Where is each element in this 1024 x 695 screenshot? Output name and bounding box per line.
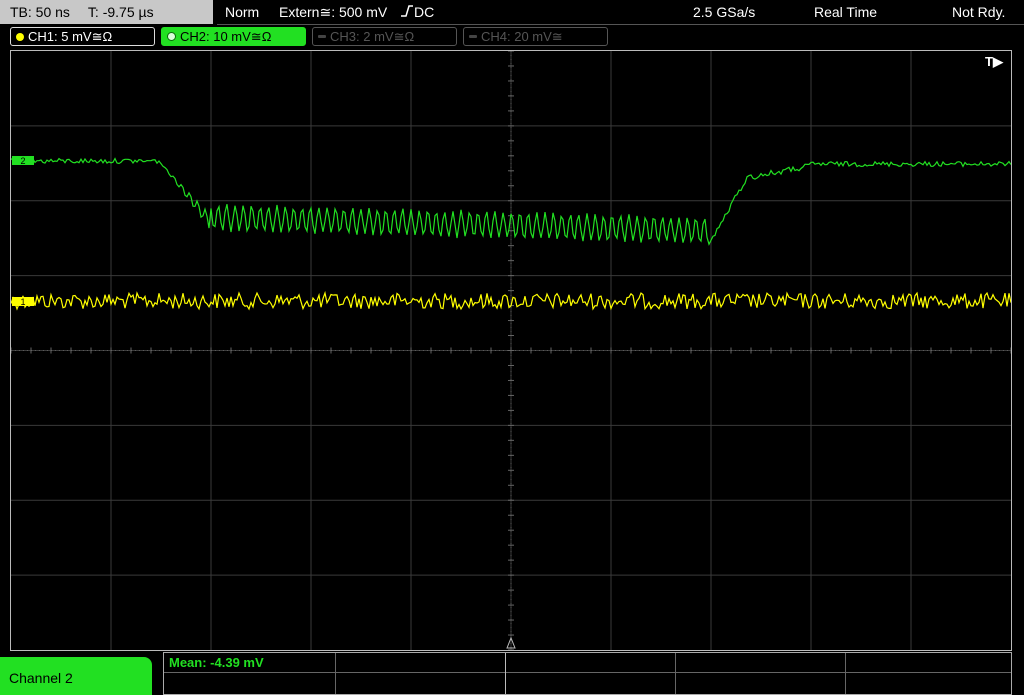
channel-2-indicator-icon — [167, 32, 176, 41]
svg-text:2: 2 — [20, 156, 25, 166]
trigger-coupling: DC — [414, 4, 435, 20]
channel-2-level-marker[interactable]: 2 — [12, 156, 34, 166]
acquisition-state: Not Rdy. — [952, 4, 1006, 20]
trigger-time-readout: T: -9.75 µs — [87, 4, 154, 20]
channel-3-button[interactable]: CH3: 2 mV≅Ω — [312, 27, 457, 46]
channel-4-indicator-icon — [469, 35, 477, 38]
channel-1-button[interactable]: CH1: 5 mV≅Ω — [10, 27, 155, 46]
channel-4-label: CH4: 20 mV≅ — [481, 28, 563, 44]
channel-tab-label: Channel 2 — [9, 670, 73, 686]
channel-1-indicator-icon — [16, 32, 24, 41]
channel-2-tab[interactable]: Channel 2 — [0, 657, 152, 695]
mean-measurement: Mean: -4.39 mV — [169, 655, 264, 670]
channel-1-level-marker[interactable]: 1 — [12, 297, 34, 307]
status-trigger-panel[interactable]: Norm Extern≅: 500 mV DC 2.5 GSa/s Real T… — [217, 0, 1024, 25]
channel-4-button[interactable]: CH4: 20 mV≅ — [463, 27, 608, 46]
acquisition-mode: Real Time — [814, 4, 878, 20]
trigger-source: Extern≅: 500 mV — [279, 4, 388, 20]
status-timebase-panel[interactable]: TB: 50 ns T: -9.75 µs — [0, 0, 213, 24]
channel-1-label: CH1: 5 mV≅Ω — [28, 28, 113, 44]
timebase-readout: TB: 50 ns — [10, 4, 70, 20]
rising-edge-icon — [400, 4, 414, 21]
trigger-marker-icon[interactable]: T▶ — [985, 54, 1003, 70]
channel-2-label: CH2: 10 mV≅Ω — [180, 28, 272, 44]
svg-text:1: 1 — [20, 297, 25, 307]
waveform-display[interactable]: 2 1 T▶ — [10, 50, 1012, 651]
channel-3-indicator-icon — [318, 35, 326, 38]
trigger-mode: Norm — [225, 4, 260, 20]
measurement-panel[interactable] — [163, 652, 1012, 695]
graticule — [11, 51, 1011, 650]
channel-2-button[interactable]: CH2: 10 mV≅Ω — [161, 27, 306, 46]
waveform-canvas: 2 1 — [11, 51, 1011, 650]
channel-3-label: CH3: 2 mV≅Ω — [330, 28, 415, 44]
sample-rate: 2.5 GSa/s — [693, 4, 756, 20]
